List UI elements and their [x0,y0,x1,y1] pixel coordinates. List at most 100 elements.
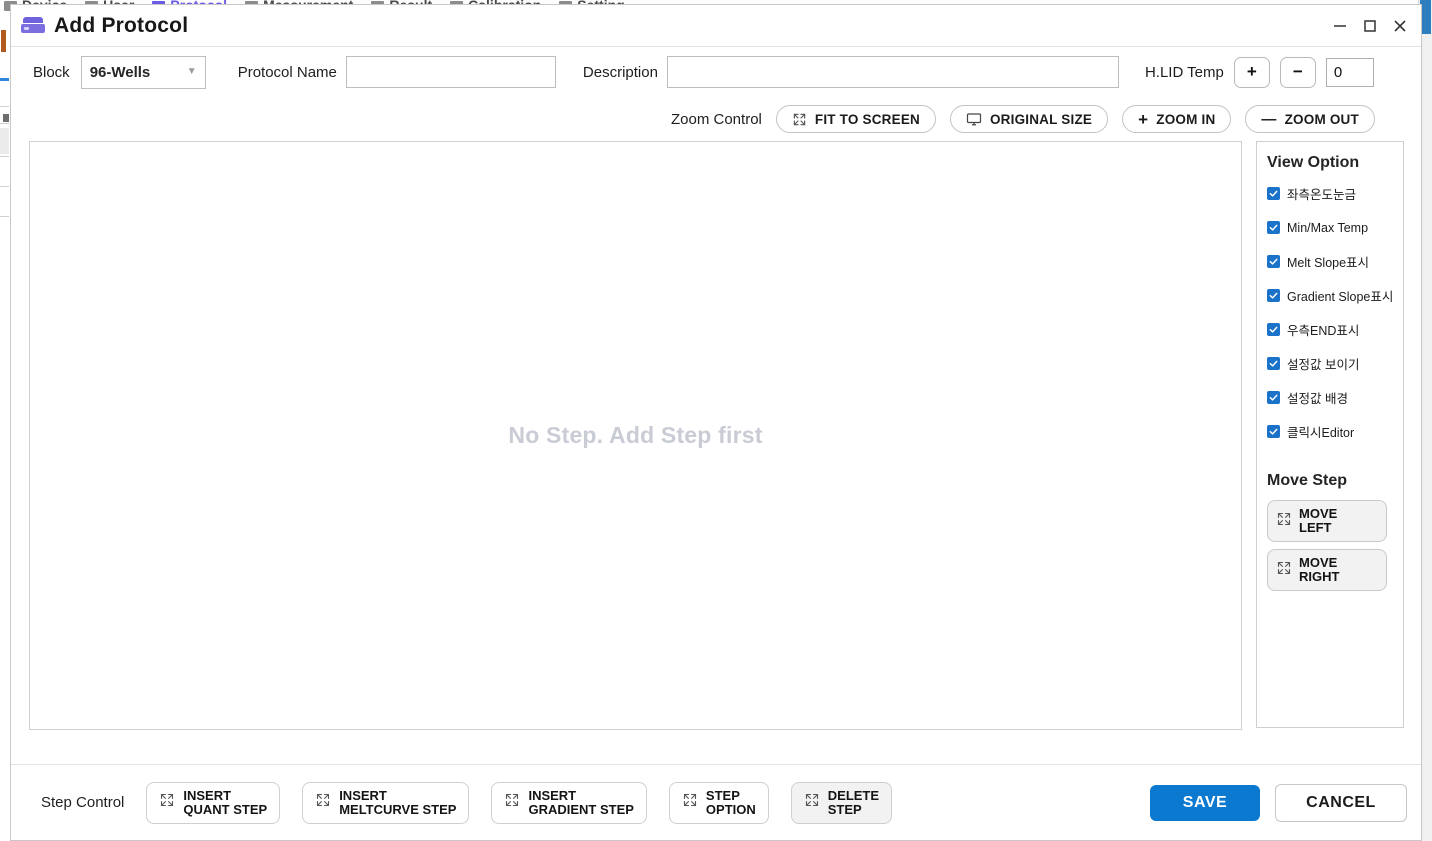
insert-meltcurve-step-button[interactable]: INSERT MELTCURVE STEP [302,781,470,824]
insert-meltcurve-step-label: INSERT MELTCURVE STEP [339,787,457,817]
move-left-line1: MOVE [1299,506,1338,521]
description-label: Description [582,63,658,81]
background-divider [0,216,9,217]
zoom-out-button[interactable]: — ZOOM OUT [1245,105,1375,133]
line2: OPTION [705,801,756,817]
add-protocol-dialog: Add Protocol Block 96-Wells ▼ Protocol N… [10,4,1422,841]
insert-quant-step-label: INSERT QUANT STEP [183,787,268,817]
dialog-title-bar: Add Protocol [11,5,1421,47]
view-option-label: Melt Slope표시 [1287,256,1370,270]
move-left-line2: LEFT [1299,520,1332,535]
checkbox-checked-icon[interactable] [1267,391,1280,404]
dialog-body: No Step. Add Step first View Option 좌측온도… [11,141,1421,753]
checkbox-checked-icon[interactable] [1267,289,1280,302]
insert-quant-step-button[interactable]: INSERT QUANT STEP [146,781,281,824]
chevron-down-icon: ▼ [186,66,197,77]
fit-to-screen-label: FIT TO SCREEN [814,111,920,127]
view-option-item-5[interactable]: 설정값 보이기 [1267,354,1403,373]
minus-icon: — [1261,110,1277,128]
expand-arrows-icon [682,792,698,813]
delete-step-button[interactable]: DELETE STEP [790,781,893,824]
cancel-button[interactable]: CANCEL [1275,783,1407,822]
step-option-label: STEP OPTION [705,788,756,817]
view-option-label: Gradient Slope표시 [1287,290,1394,304]
view-option-item-3[interactable]: Gradient Slope표시 [1267,286,1403,305]
block-select[interactable]: 96-Wells ▼ [80,55,206,89]
hlid-temp-label: H.LID Temp [1144,63,1224,81]
expand-arrows-icon [1276,560,1292,581]
close-icon[interactable] [1385,11,1415,41]
view-option-label: 우측END표시 [1287,324,1360,338]
view-option-item-0[interactable]: 좌측온도눈금 [1267,184,1403,203]
background-divider [0,106,9,107]
original-size-button[interactable]: ORIGINAL SIZE [949,105,1109,133]
view-option-title: View Option [1267,154,1360,171]
maximize-icon[interactable] [1355,11,1385,41]
expand-arrows-icon [504,792,520,813]
view-option-label: 설정값 보이기 [1287,358,1360,372]
move-left-label: MOVE LEFT [1299,507,1337,535]
zoom-in-button[interactable]: + ZOOM IN [1122,105,1232,133]
protocol-name-label: Protocol Name [237,63,337,81]
line2: MELTCURVE STEP [339,801,457,817]
dialog-title: Add Protocol [54,13,189,37]
view-option-label: Min/Max Temp [1287,220,1369,235]
move-right-line2: RIGHT [1299,569,1340,584]
background-marker [3,114,9,122]
move-right-label: MOVE RIGHT [1299,556,1339,584]
view-option-label: 클릭시Editor [1287,426,1355,440]
original-size-label: ORIGINAL SIZE [989,111,1093,127]
checkbox-checked-icon[interactable] [1267,187,1280,200]
line2: QUANT STEP [183,801,268,817]
zoom-control-row: Zoom Control FIT TO SCREEN ORIGINAL SIZE… [11,97,1421,141]
line2: STEP [827,801,862,817]
line1: INSERT [339,787,387,803]
view-option-item-2[interactable]: Melt Slope표시 [1267,252,1403,271]
view-option-item-7[interactable]: 클릭시Editor [1267,422,1403,441]
background-marker [0,128,9,154]
canvas-empty-message: No Step. Add Step first [508,422,763,448]
protocol-step-canvas[interactable]: No Step. Add Step first [29,141,1242,730]
move-left-button[interactable]: MOVE LEFT [1267,500,1387,542]
dialog-footer: Step Control INSERT QUANT STEP INSERT ME [11,764,1421,840]
block-label: Block [33,63,70,81]
checkbox-checked-icon[interactable] [1267,323,1280,336]
background-divider [0,156,9,157]
checkbox-checked-icon[interactable] [1267,221,1280,234]
window-controls [1325,11,1415,41]
insert-gradient-step-label: INSERT GRADIENT STEP [528,787,634,817]
fit-to-screen-button[interactable]: FIT TO SCREEN [775,105,936,133]
view-option-item-6[interactable]: 설정값 배경 [1267,388,1403,407]
move-step-title: Move Step [1267,472,1348,489]
background-marker [0,78,9,81]
protocol-device-icon [21,15,45,37]
checkbox-checked-icon[interactable] [1267,425,1280,438]
hlid-temp-value[interactable]: 0 [1325,57,1374,87]
delete-step-label: DELETE STEP [827,788,879,817]
background-divider [0,186,9,187]
step-option-button[interactable]: STEP OPTION [668,781,769,824]
background-marker [1,30,6,52]
move-right-line1: MOVE [1299,555,1338,570]
expand-arrows-icon [804,792,820,813]
description-input[interactable] [666,56,1119,88]
move-right-button[interactable]: MOVE RIGHT [1267,549,1387,591]
insert-gradient-step-button[interactable]: INSERT GRADIENT STEP [491,781,647,824]
line1: INSERT [528,787,577,803]
view-option-item-4[interactable]: 우측END표시 [1267,320,1403,339]
view-option-panel: View Option 좌측온도눈금 Min/Max Temp Melt Slo… [1256,141,1404,728]
view-option-item-1[interactable]: Min/Max Temp [1267,218,1403,237]
save-button[interactable]: SAVE [1150,784,1260,821]
expand-arrows-icon [159,792,175,813]
hlid-temp-decrease-button[interactable]: − [1279,56,1316,88]
line2: GRADIENT STEP [528,801,634,817]
hlid-temp-increase-button[interactable]: + [1233,56,1270,88]
background-divider [0,123,9,124]
checkbox-checked-icon[interactable] [1267,255,1280,268]
block-select-value: 96-Wells [89,63,151,81]
view-option-label: 좌측온도눈금 [1287,188,1357,202]
minimize-icon[interactable] [1325,11,1355,41]
checkbox-checked-icon[interactable] [1267,357,1280,370]
protocol-name-input[interactable] [345,56,556,88]
line1: INSERT [183,787,232,803]
